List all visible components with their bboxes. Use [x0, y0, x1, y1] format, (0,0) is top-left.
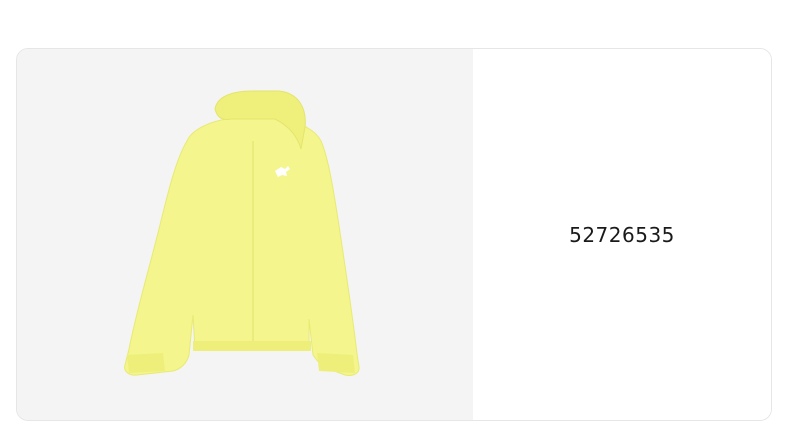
product-info: 52726535 — [473, 49, 771, 420]
product-card[interactable]: 52726535 — [16, 48, 772, 421]
product-id-text: 52726535 — [569, 222, 675, 247]
jacket-illustration — [124, 90, 360, 376]
product-image[interactable] — [17, 49, 473, 420]
